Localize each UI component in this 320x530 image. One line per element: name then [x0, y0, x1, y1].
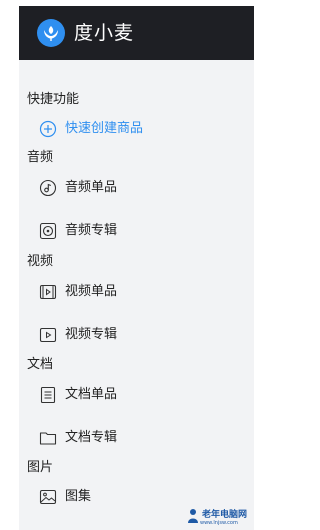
sidebar-item-label: 图集: [65, 489, 92, 504]
music-note-icon: [39, 179, 57, 197]
document-icon: [39, 386, 57, 404]
section-title-document: 文档: [27, 357, 54, 372]
section-title-image: 图片: [27, 460, 54, 475]
top-bar: 度小麦: [19, 6, 254, 60]
watermark-text: 老年电脑网: [202, 510, 248, 520]
sidebar-item-label: 文档单品: [65, 387, 118, 402]
play-box-icon: [39, 326, 57, 344]
sidebar-item-label: 音频单品: [65, 180, 118, 195]
wheat-icon[interactable]: [37, 19, 65, 47]
sidebar-item-audio-album[interactable]: 音频专辑: [39, 220, 239, 242]
plus-circle-icon: [39, 120, 57, 138]
sidebar-item-label: 文档专辑: [65, 430, 118, 445]
sidebar-item-label: 音频专辑: [65, 223, 118, 238]
folder-icon: [39, 429, 57, 447]
section-title-quick: 快捷功能: [27, 92, 80, 107]
sidebar-item-label: 视频专辑: [65, 327, 118, 342]
sidebar-item-video-single[interactable]: 视频单品: [39, 281, 239, 303]
sidebar-item-document-single[interactable]: 文档单品: [39, 384, 239, 406]
sidebar-item-label: 视频单品: [65, 284, 118, 299]
image-icon: [39, 488, 57, 506]
sidebar: 快捷功能 快速创建商品 音频 音频单品 音频专辑 视频 视频单品 视频专辑 文档: [19, 60, 254, 530]
section-title-audio: 音频: [27, 150, 54, 165]
app-title: 度小麦: [74, 22, 135, 44]
watermark-url: www.lnjsw.com: [200, 520, 238, 526]
sidebar-item-document-album[interactable]: 文档专辑: [39, 427, 239, 449]
disc-icon: [39, 222, 57, 240]
film-icon: [39, 283, 57, 301]
sidebar-item-audio-single[interactable]: 音频单品: [39, 177, 239, 199]
section-title-video: 视频: [27, 254, 54, 269]
watermark-logo-icon: [186, 508, 200, 528]
sidebar-item-label: 快速创建商品: [65, 121, 144, 136]
watermark: 老年电脑网 www.lnjsw.com: [186, 508, 252, 528]
sidebar-item-gallery[interactable]: 图集: [39, 486, 239, 508]
sidebar-item-video-album[interactable]: 视频专辑: [39, 324, 239, 346]
sidebar-item-quick-create[interactable]: 快速创建商品: [39, 118, 239, 140]
